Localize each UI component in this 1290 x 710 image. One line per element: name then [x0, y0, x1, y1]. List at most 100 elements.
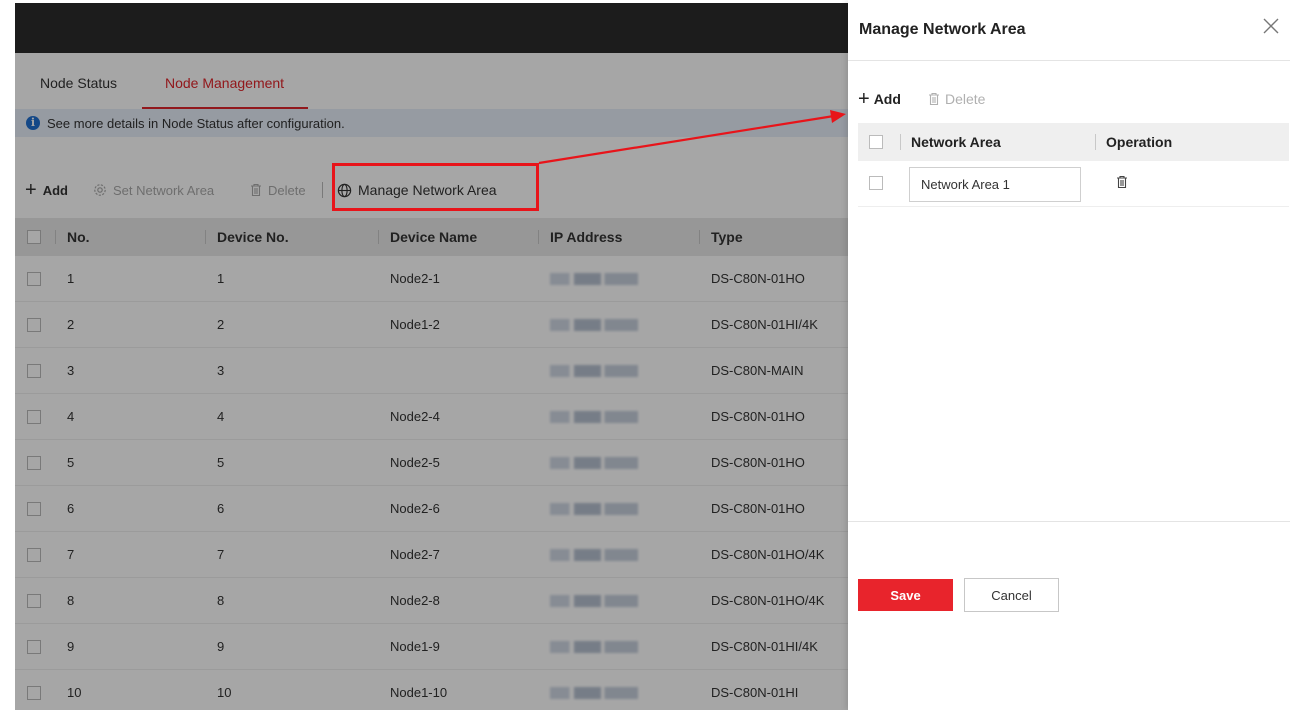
cell-ip-address: [550, 302, 638, 347]
cell-type: DS-C80N-01HO: [711, 409, 805, 424]
table-row[interactable]: 5 5 Node2-5 DS-C80N-01HO: [15, 440, 855, 486]
cell-type: DS-C80N-01HO: [711, 501, 805, 516]
redacted-ip: [550, 594, 638, 607]
column-header-no[interactable]: No.: [67, 218, 90, 256]
row-checkbox[interactable]: [27, 501, 41, 516]
table-row[interactable]: 7 7 Node2-7 DS-C80N-01HO/4K: [15, 532, 855, 578]
row-checkbox[interactable]: [27, 639, 41, 654]
table-row[interactable]: 4 4 Node2-4 DS-C80N-01HO: [15, 394, 855, 440]
network-area-table: Network Area Operation: [858, 123, 1289, 207]
table-row: [858, 161, 1289, 207]
row-checkbox[interactable]: [869, 176, 883, 190]
table-body: 1 1 Node2-1 DS-C80N-01HO 2 2 Node1-2 DS-C80N-01…: [15, 256, 855, 710]
gear-icon: [94, 184, 106, 196]
cell-ip-address: [550, 624, 638, 669]
cell-ip-address: [550, 486, 638, 531]
redacted-ip: [550, 456, 638, 469]
cell-ip-address: [550, 578, 638, 623]
network-area-table-header: Network Area Operation: [858, 123, 1289, 161]
delete-label: Delete: [268, 182, 306, 198]
cell-device-name: Node2-1: [390, 271, 440, 286]
cell-device-name: Node1-10: [390, 685, 448, 700]
network-area-name-input[interactable]: [909, 167, 1081, 202]
row-checkbox[interactable]: [27, 409, 41, 424]
cell-no: 3: [67, 363, 75, 378]
cell-device-name: Node1-2: [390, 317, 440, 332]
delete-button[interactable]: Delete: [250, 176, 306, 204]
cell-type: DS-C80N-01HO/4K: [711, 593, 825, 608]
tab-node-management[interactable]: Node Management: [165, 75, 284, 91]
select-all-checkbox[interactable]: [27, 230, 41, 244]
cell-device-no: 2: [217, 317, 225, 332]
add-button[interactable]: + Add: [25, 176, 68, 204]
trash-icon: [929, 92, 939, 106]
cell-device-name: Node2-4: [390, 409, 440, 424]
drawer-add-button[interactable]: + Add: [858, 87, 901, 111]
cell-device-no: 9: [217, 639, 225, 654]
node-management-page: Node Status Node Management i See more d…: [15, 3, 855, 710]
cell-device-no: 7: [217, 547, 225, 562]
cell-ip-address: [550, 256, 638, 301]
cell-device-no: 6: [217, 501, 225, 516]
row-checkbox[interactable]: [27, 547, 41, 562]
trash-icon[interactable]: [1116, 175, 1128, 189]
cancel-button[interactable]: Cancel: [964, 578, 1059, 612]
cell-device-no: 4: [217, 409, 225, 424]
cell-no: 4: [67, 409, 75, 424]
row-checkbox[interactable]: [27, 317, 41, 332]
row-checkbox[interactable]: [27, 271, 41, 286]
cell-no: 5: [67, 455, 75, 470]
row-checkbox[interactable]: [27, 685, 41, 700]
redacted-ip: [550, 548, 638, 561]
table-row[interactable]: 10 10 Node1-10 DS-C80N-01HI: [15, 670, 855, 710]
tab-node-status[interactable]: Node Status: [40, 75, 117, 91]
tab-bar: Node Status Node Management: [15, 53, 855, 108]
manage-network-area-drawer: Manage Network Area + Add Delete Network…: [848, 0, 1290, 710]
column-header-device-no[interactable]: Device No.: [217, 218, 289, 256]
cell-type: DS-C80N-01HI: [711, 685, 799, 700]
cell-device-name: Node1-9: [390, 639, 440, 654]
cell-type: DS-C80N-01HO/4K: [711, 547, 825, 562]
node-table: No. Device No. Device Name IP Address Ty…: [15, 218, 855, 710]
cell-no: 10: [67, 685, 82, 700]
cell-no: 8: [67, 593, 75, 608]
cell-device-name: Node2-5: [390, 455, 440, 470]
cell-type: DS-C80N-MAIN: [711, 363, 804, 378]
row-checkbox[interactable]: [27, 455, 41, 470]
cell-device-no: 5: [217, 455, 225, 470]
cell-device-no: 1: [217, 271, 225, 286]
column-header-device-name[interactable]: Device Name: [390, 218, 477, 256]
tip-text: See more details in Node Status after co…: [47, 115, 345, 131]
row-checkbox[interactable]: [27, 593, 41, 608]
cell-type: DS-C80N-01HI/4K: [711, 317, 818, 332]
redacted-ip: [550, 410, 638, 423]
redacted-ip: [550, 502, 638, 515]
annotation-highlight-box: [332, 163, 539, 211]
cell-ip-address: [550, 394, 638, 439]
cell-device-name: Node2-8: [390, 593, 440, 608]
close-icon[interactable]: [1259, 14, 1283, 38]
plus-icon: +: [858, 88, 870, 110]
table-row[interactable]: 1 1 Node2-1 DS-C80N-01HO: [15, 256, 855, 302]
set-network-area-button[interactable]: Set Network Area: [93, 176, 214, 204]
table-row[interactable]: 3 3 DS-C80N-MAIN: [15, 348, 855, 394]
select-all-checkbox[interactable]: [869, 135, 883, 149]
column-header-ip-address[interactable]: IP Address: [550, 218, 622, 256]
drawer-header-divider: [848, 60, 1290, 61]
table-row[interactable]: 9 9 Node1-9 DS-C80N-01HI/4K: [15, 624, 855, 670]
drawer-delete-button[interactable]: Delete: [928, 87, 985, 111]
toolbar-divider: [322, 182, 323, 198]
table-row[interactable]: 6 6 Node2-6 DS-C80N-01HO: [15, 486, 855, 532]
redacted-ip: [550, 364, 638, 377]
cell-ip-address: [550, 348, 638, 393]
redacted-ip: [550, 686, 638, 699]
add-label: Add: [42, 182, 68, 198]
redacted-ip: [550, 272, 638, 285]
redacted-ip: [550, 318, 638, 331]
save-button[interactable]: Save: [858, 579, 953, 611]
drawer-add-label: Add: [873, 91, 901, 107]
column-header-type[interactable]: Type: [711, 218, 743, 256]
row-checkbox[interactable]: [27, 363, 41, 378]
table-row[interactable]: 2 2 Node1-2 DS-C80N-01HI/4K: [15, 302, 855, 348]
table-row[interactable]: 8 8 Node2-8 DS-C80N-01HO/4K: [15, 578, 855, 624]
